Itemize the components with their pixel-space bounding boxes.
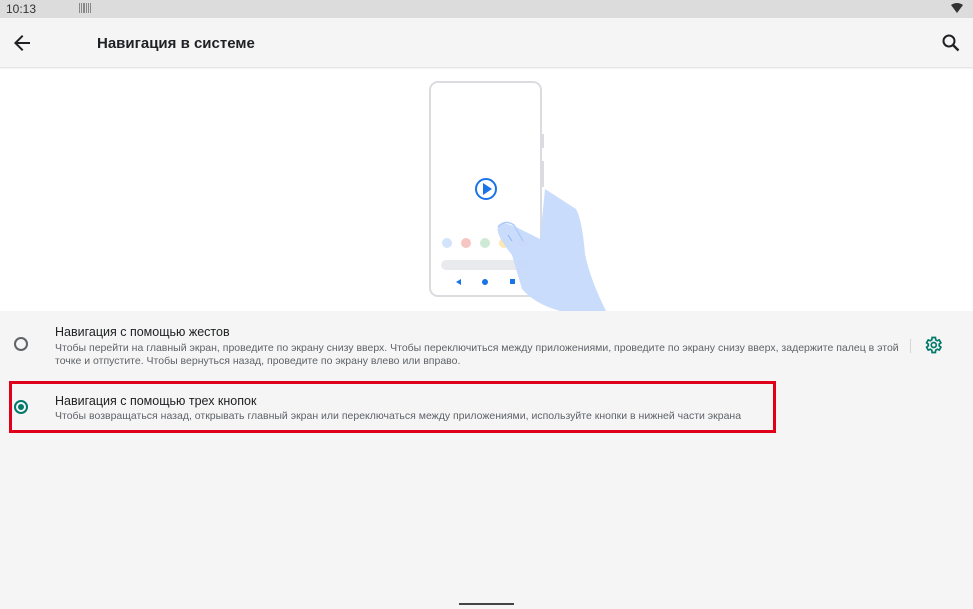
option-three-button-navigation[interactable]: Навигация с помощью трех кнопок Чтобы во… [0, 380, 973, 434]
gesture-radio[interactable] [14, 337, 28, 351]
gear-icon[interactable] [923, 335, 943, 355]
option-description: Чтобы перейти на главный экран, проведит… [55, 342, 899, 367]
divider [910, 339, 911, 353]
illustration-area [0, 69, 973, 311]
page-title: Навигация в системе [97, 35, 255, 52]
option-title: Навигация с помощью жестов [55, 325, 230, 339]
status-time: 10:13 [6, 2, 37, 16]
three-button-radio[interactable] [14, 400, 28, 414]
search-icon[interactable] [939, 31, 963, 55]
home-indicator[interactable] [459, 603, 514, 605]
arrow-back-icon[interactable] [10, 31, 34, 55]
app-bar: Навигация в системе [0, 18, 973, 68]
status-bar: 10:13 [0, 0, 973, 18]
option-title: Навигация с помощью трех кнопок [55, 394, 257, 408]
option-description: Чтобы возвращаться назад, открывать глав… [55, 410, 742, 422]
phone-hand-illustration [429, 81, 606, 311]
option-gesture-navigation[interactable]: Навигация с помощью жестов Чтобы перейти… [0, 316, 973, 376]
barcode-icon [79, 3, 91, 13]
wifi-icon [951, 3, 963, 13]
